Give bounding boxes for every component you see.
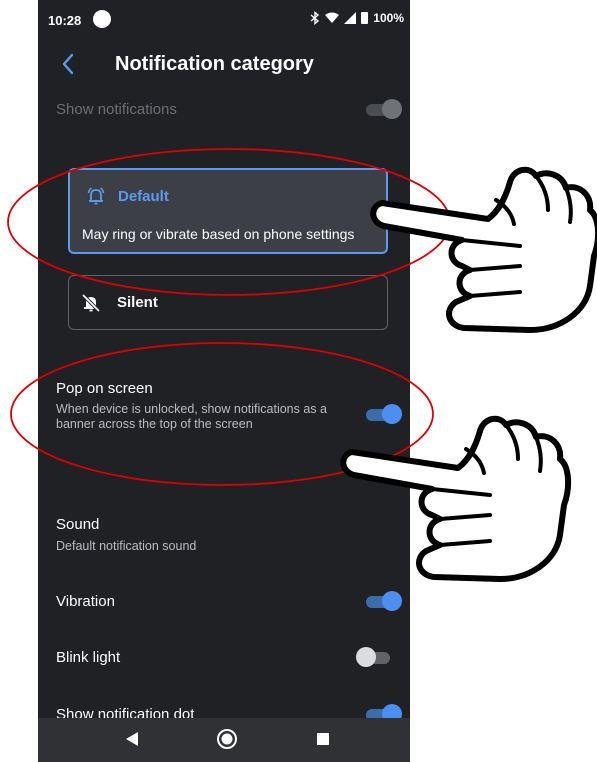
battery-percent: 100%: [373, 11, 404, 25]
pop-on-screen-subtitle: When device is unlocked, show notificati…: [56, 402, 327, 431]
wifi-icon: [325, 12, 340, 23]
toggle-thumb: [382, 99, 402, 119]
bell-ringing-icon: [87, 187, 105, 205]
pop-on-screen-title: Pop on screen: [56, 380, 153, 397]
phone-screen: 10:28 100% Notification category Show no…: [38, 0, 410, 762]
pop-on-screen-row[interactable]: Pop on screen When device is unlocked, s…: [38, 372, 410, 462]
status-icons: 100%: [310, 11, 404, 25]
notification-dot-icon: [93, 10, 111, 28]
blink-light-toggle[interactable]: [356, 647, 392, 667]
back-triangle-icon[interactable]: [124, 730, 140, 748]
option-label-silent: Silent: [117, 294, 158, 311]
blink-light-row[interactable]: Blink light: [38, 638, 410, 678]
navigation-bar: [38, 718, 410, 762]
status-time: 10:28: [48, 13, 82, 28]
toggle-thumb: [382, 591, 402, 611]
vibration-row[interactable]: Vibration: [38, 582, 410, 622]
sound-title: Sound: [56, 516, 100, 533]
signal-icon: [344, 12, 357, 24]
pop-on-screen-toggle[interactable]: [366, 404, 402, 424]
bell-off-icon: [81, 293, 101, 313]
app-bar: Notification category: [38, 40, 410, 92]
show-notifications-row[interactable]: Show notifications: [38, 92, 410, 126]
battery-icon: [361, 12, 369, 24]
option-card-silent[interactable]: Silent: [68, 275, 388, 330]
toggle-thumb: [382, 404, 402, 424]
option-description-default: May ring or vibrate based on phone setti…: [82, 226, 355, 242]
vibration-title: Vibration: [56, 593, 115, 610]
toggle-thumb: [356, 647, 376, 667]
status-bar: 10:28 100%: [38, 0, 410, 40]
vibration-toggle[interactable]: [366, 591, 402, 611]
blink-light-title: Blink light: [56, 649, 121, 666]
option-label-default: Default: [118, 188, 169, 205]
screenshot-canvas: 10:28 100% Notification category Show no…: [0, 0, 597, 762]
page-title: Notification category: [115, 53, 314, 75]
show-notifications-toggle[interactable]: [366, 99, 402, 119]
home-circle-icon[interactable]: [216, 728, 238, 750]
chevron-left-icon[interactable]: [54, 50, 82, 78]
option-card-default[interactable]: Default May ring or vibrate based on pho…: [68, 168, 388, 254]
sound-row[interactable]: Sound Default notification sound: [38, 508, 410, 564]
bluetooth-icon: [310, 11, 320, 25]
sound-subtitle: Default notification sound: [56, 539, 197, 553]
show-notifications-title: Show notifications: [56, 101, 177, 118]
recents-square-icon[interactable]: [316, 732, 330, 746]
